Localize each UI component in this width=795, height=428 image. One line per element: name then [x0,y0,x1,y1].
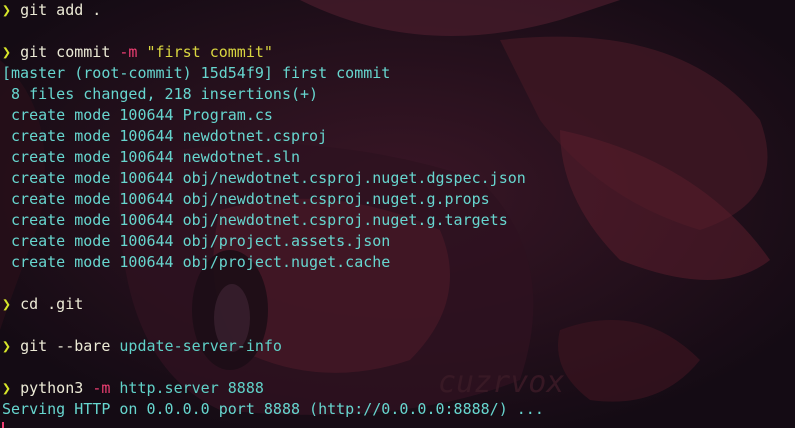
command-line-python: ❯ python3 -m http.server 8888 [2,378,792,399]
commit-output-line: create mode 100644 obj/newdotnet.csproj.… [2,190,490,208]
command-text: git add . [20,1,102,19]
commit-output-line: create mode 100644 Program.cs [2,106,273,124]
commit-output-line: create mode 100644 obj/project.assets.js… [2,232,391,250]
command-text: cd .git [20,295,84,313]
prompt-symbol: ❯ [2,1,12,19]
terminal-cursor[interactable] [2,422,4,428]
commit-output-line: create mode 100644 obj/project.nuget.cac… [2,253,391,271]
prompt-symbol: ❯ [2,337,12,355]
command-flag: -m [119,43,138,61]
prompt-symbol: ❯ [2,43,12,61]
command-line-git-bare: ❯ git --bare update-server-info [2,336,792,357]
commit-output-line: create mode 100644 newdotnet.csproj [2,127,328,145]
prompt-symbol: ❯ [2,379,12,397]
command-argument: update-server-info [119,337,282,355]
command-text: git --bare [20,337,120,355]
command-text: git commit [20,43,120,61]
command-flag: -m [92,379,111,397]
commit-output-line: [master (root-commit) 15d54f9] first com… [2,64,391,82]
command-text: python3 [20,379,93,397]
commit-message: "first commit" [146,43,273,61]
command-line-git-add: ❯ git add . [2,0,792,21]
terminal-output: ❯ git add . ❯ git commit -m "first commi… [2,0,792,420]
command-line-cd: ❯ cd .git [2,294,792,315]
commit-output-line: create mode 100644 obj/newdotnet.csproj.… [2,211,508,229]
command-line-git-commit: ❯ git commit -m "first commit" [2,42,792,63]
commit-output-line: create mode 100644 newdotnet.sln [2,148,301,166]
command-argument: http.server 8888 [119,379,264,397]
commit-output-line: create mode 100644 obj/newdotnet.csproj.… [2,169,526,187]
commit-output-line: 8 files changed, 218 insertions(+) [2,85,319,103]
prompt-symbol: ❯ [2,295,12,313]
server-output-line: Serving HTTP on 0.0.0.0 port 8888 (http:… [2,400,544,418]
